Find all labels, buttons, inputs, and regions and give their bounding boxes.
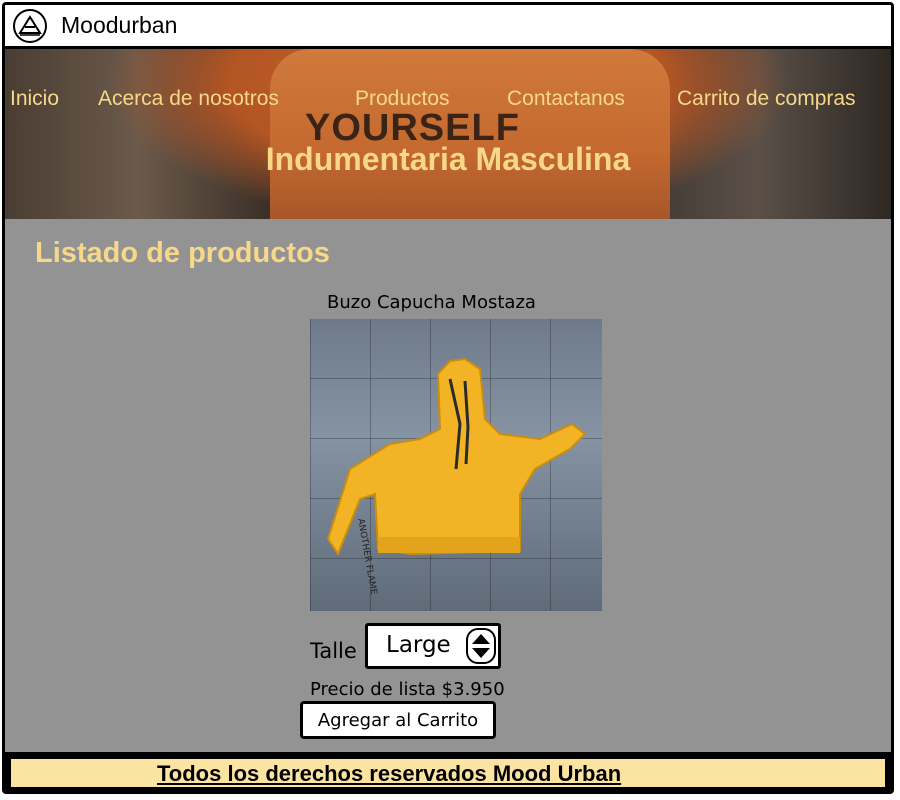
hero-title: Indumentaria Masculina xyxy=(265,141,631,177)
nav-item-carrito[interactable]: Carrito de compras xyxy=(677,87,856,111)
footer-text[interactable]: Todos los derechos reservados Mood Urban xyxy=(157,761,621,787)
product-image: ANOTHER FLAME xyxy=(310,319,602,611)
title-bar: Moodurban xyxy=(5,5,891,49)
up-down-arrows-icon[interactable] xyxy=(466,628,496,664)
main-content: Listado de productos Buzo Capucha Mostaz… xyxy=(5,219,891,752)
product-name: Buzo Capucha Mostaza xyxy=(327,292,536,313)
nav-item-inicio[interactable]: Inicio xyxy=(10,87,59,111)
hero-banner: YOURSELF Inicio Acerca de nosotros Produ… xyxy=(5,49,891,219)
nav-item-acerca[interactable]: Acerca de nosotros xyxy=(98,87,279,111)
size-select-value: Large xyxy=(386,632,451,658)
nav-item-contactanos[interactable]: Contactanos xyxy=(507,87,625,111)
footer: Todos los derechos reservados Mood Urban xyxy=(9,757,887,789)
nav-item-productos[interactable]: Productos xyxy=(355,87,450,111)
app-title: Moodurban xyxy=(61,12,178,38)
add-to-cart-button[interactable]: Agregar al Carrito xyxy=(300,701,496,739)
size-label: Talle xyxy=(310,639,357,663)
app-window: Moodurban YOURSELF Inicio Acerca de noso… xyxy=(2,2,894,794)
sleeve-print-text: ANOTHER FLAME xyxy=(355,518,378,596)
size-select[interactable]: Large xyxy=(365,623,501,669)
section-title: Listado de productos xyxy=(35,237,330,269)
price-text: Precio de lista $3.950 xyxy=(310,679,505,700)
pyramid-logo-icon xyxy=(13,8,47,43)
main-nav: Inicio Acerca de nosotros Productos Cont… xyxy=(5,87,891,115)
footer-bar: Todos los derechos reservados Mood Urban xyxy=(5,752,891,791)
